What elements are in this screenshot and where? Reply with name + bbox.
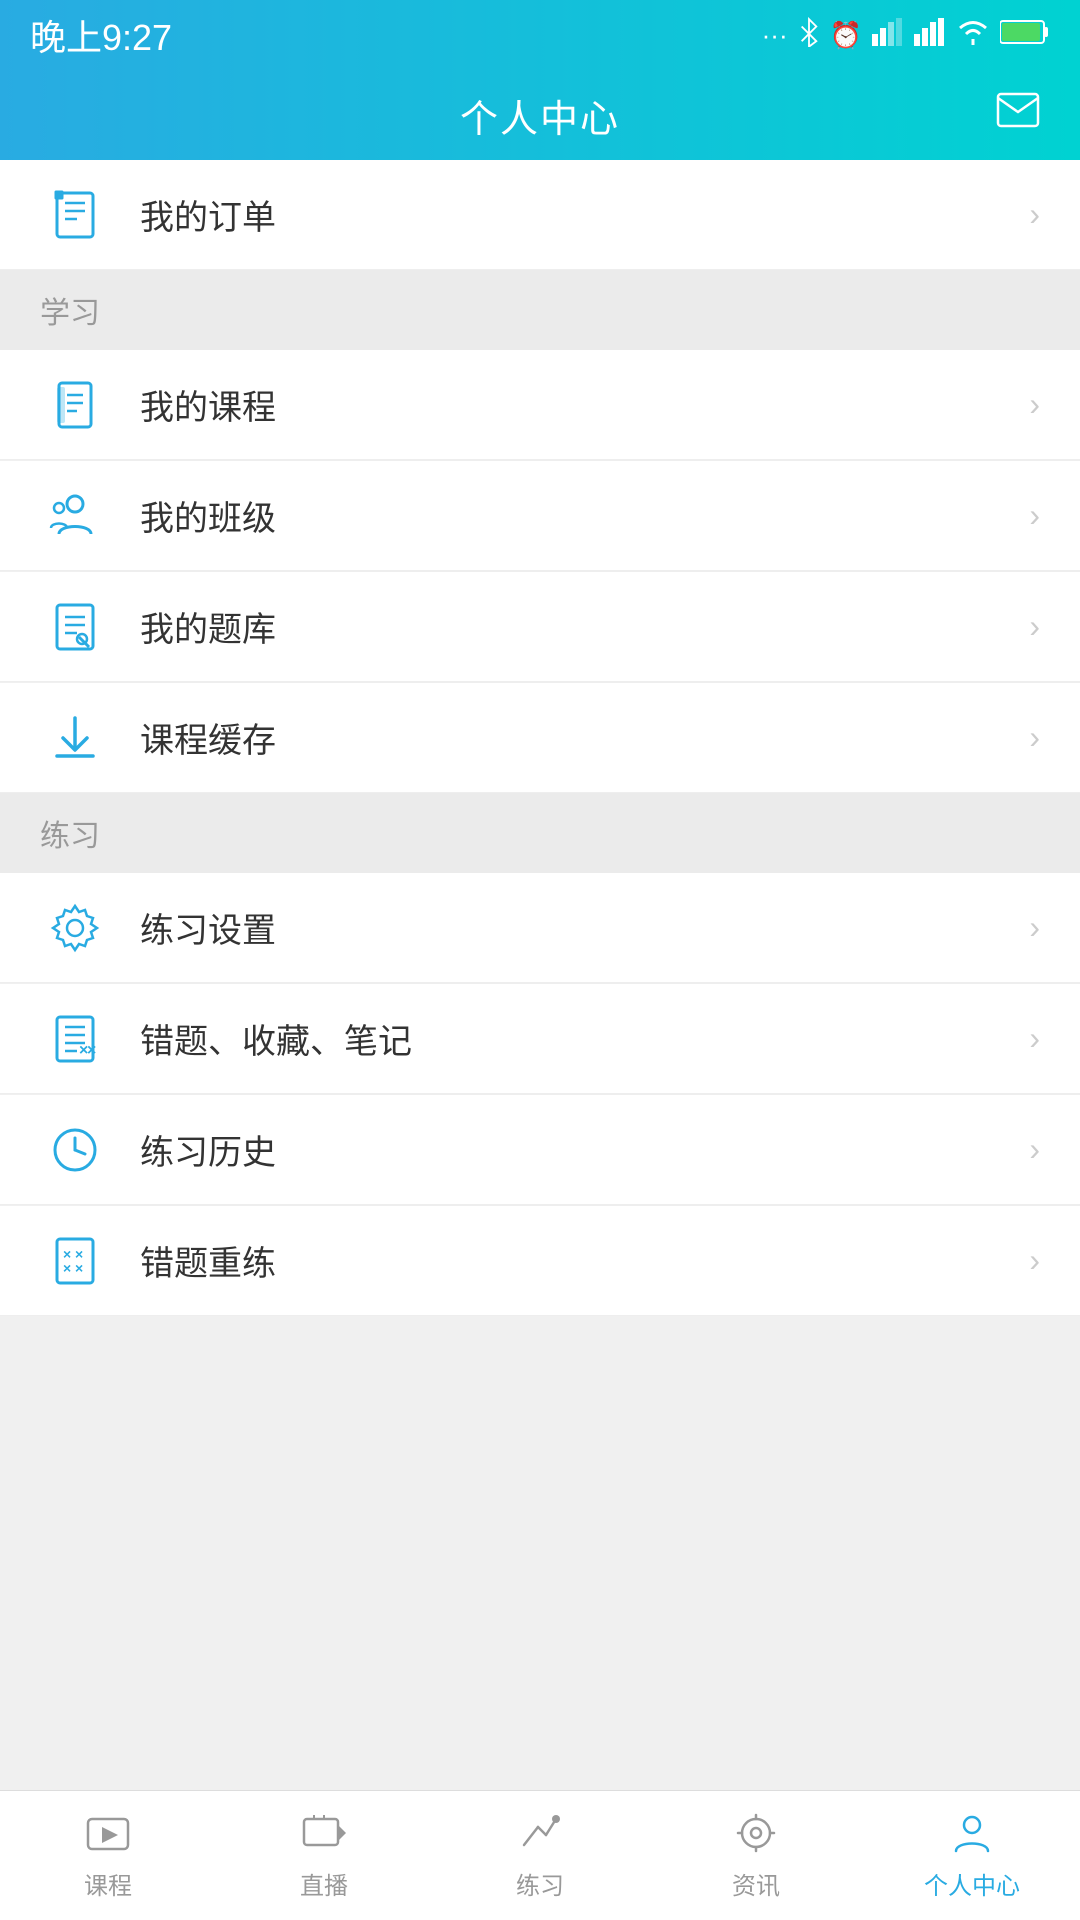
live-nav-label: 直播 xyxy=(300,1866,348,1901)
study-section-label: 学习 xyxy=(40,288,100,332)
svg-text:×: × xyxy=(63,1260,71,1276)
mail-button[interactable] xyxy=(996,92,1040,138)
wrong-redo-label: 错题重练 xyxy=(140,1236,1029,1285)
status-icons: ··· ⏰ xyxy=(762,17,1050,54)
nav-practice[interactable]: 练习 xyxy=(432,1791,648,1920)
questions-icon xyxy=(40,592,110,662)
my-questions-chevron: › xyxy=(1029,608,1040,645)
course-cache-item[interactable]: 课程缓存 › xyxy=(0,683,1080,793)
my-class-item[interactable]: 我的班级 › xyxy=(0,461,1080,571)
practice-section-header: 练习 xyxy=(0,793,1080,873)
my-orders-item[interactable]: 我的订单 › xyxy=(0,160,1080,270)
course-cache-chevron: › xyxy=(1029,719,1040,756)
my-orders-chevron: › xyxy=(1029,196,1040,233)
nav-profile[interactable]: 个人中心 xyxy=(864,1791,1080,1920)
news-nav-label: 资讯 xyxy=(732,1866,780,1901)
status-time: 晚上9:27 xyxy=(30,9,172,61)
practice-history-item[interactable]: 练习历史 › xyxy=(0,1095,1080,1205)
signal1-icon xyxy=(872,18,904,53)
practice-nav-icon xyxy=(516,1811,564,1860)
settings-icon xyxy=(40,893,110,963)
courses-nav-label: 课程 xyxy=(84,1866,132,1901)
my-questions-label: 我的题库 xyxy=(140,602,1029,651)
class-icon xyxy=(40,481,110,551)
svg-text:×: × xyxy=(75,1260,83,1276)
wrong-redo-chevron: › xyxy=(1029,1242,1040,1279)
nav-live[interactable]: 直播 xyxy=(216,1791,432,1920)
bottom-nav: 课程 直播 练习 xyxy=(0,1790,1080,1920)
my-class-chevron: › xyxy=(1029,497,1040,534)
svg-text:×: × xyxy=(87,1042,96,1059)
signal2-icon xyxy=(914,18,946,53)
practice-section-label: 练习 xyxy=(40,811,100,855)
practice-settings-chevron: › xyxy=(1029,909,1040,946)
practice-history-label: 练习历史 xyxy=(140,1125,1029,1174)
nav-courses[interactable]: 课程 xyxy=(0,1791,216,1920)
my-courses-chevron: › xyxy=(1029,386,1040,423)
courses-nav-icon xyxy=(84,1811,132,1860)
practice-settings-label: 练习设置 xyxy=(140,903,1029,952)
profile-nav-icon xyxy=(948,1811,996,1860)
history-icon xyxy=(40,1115,110,1185)
download-icon xyxy=(40,703,110,773)
study-section-header: 学习 xyxy=(0,270,1080,350)
page-title: 个人中心 xyxy=(460,88,620,143)
battery-icon xyxy=(1000,19,1050,52)
course-cache-label: 课程缓存 xyxy=(140,713,1029,762)
my-courses-item[interactable]: 我的课程 › xyxy=(0,350,1080,460)
live-nav-icon xyxy=(300,1811,348,1860)
orders-icon xyxy=(40,180,110,250)
my-courses-label: 我的课程 xyxy=(140,380,1029,429)
bluetooth-icon xyxy=(798,17,820,54)
alarm-icon: ⏰ xyxy=(830,20,862,51)
my-class-label: 我的班级 xyxy=(140,491,1029,540)
redo-icon: × × × × xyxy=(40,1226,110,1296)
wrong-collect-notes-item[interactable]: × × 错题、收藏、笔记 › xyxy=(0,984,1080,1094)
wrong-redo-item[interactable]: × × × × 错题重练 › xyxy=(0,1206,1080,1316)
practice-history-chevron: › xyxy=(1029,1131,1040,1168)
wrong-collect-notes-label: 错题、收藏、笔记 xyxy=(140,1014,1029,1063)
my-questions-item[interactable]: 我的题库 › xyxy=(0,572,1080,682)
wifi-icon xyxy=(956,19,990,52)
practice-nav-label: 练习 xyxy=(516,1866,564,1901)
profile-nav-label: 个人中心 xyxy=(924,1866,1020,1901)
practice-settings-item[interactable]: 练习设置 › xyxy=(0,873,1080,983)
status-bar: 晚上9:27 ··· ⏰ xyxy=(0,0,1080,70)
courses-icon xyxy=(40,370,110,440)
nav-news[interactable]: 资讯 xyxy=(648,1791,864,1920)
signal-dots-icon: ··· xyxy=(762,20,788,51)
notes-icon: × × xyxy=(40,1004,110,1074)
app-header: 个人中心 xyxy=(0,70,1080,160)
content-area: 我的订单 › 学习 我的课程 › 我 xyxy=(0,160,1080,1790)
news-nav-icon xyxy=(732,1811,780,1860)
my-orders-label: 我的订单 xyxy=(140,190,1029,239)
wrong-collect-notes-chevron: › xyxy=(1029,1020,1040,1057)
